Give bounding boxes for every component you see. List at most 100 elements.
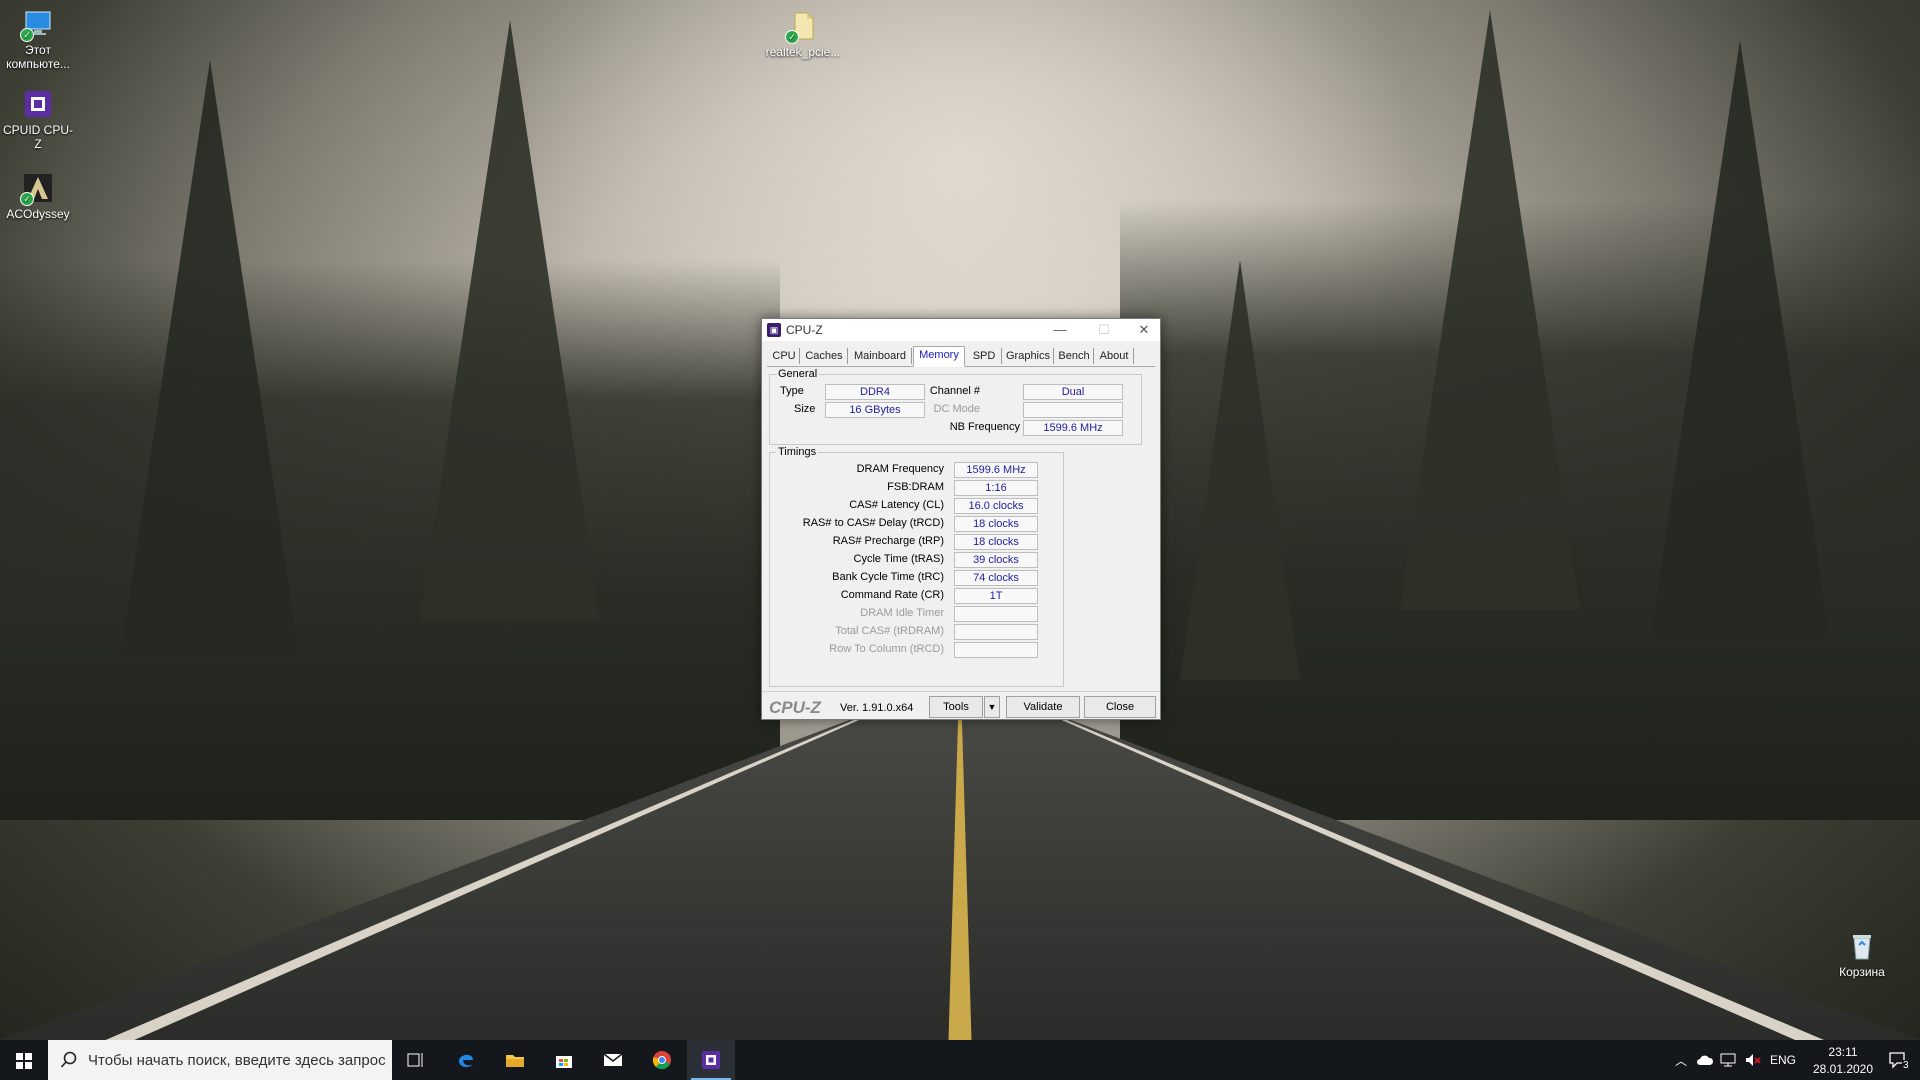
desktop-icon-recycle-bin[interactable]: Корзина: [1822, 930, 1902, 979]
tree: [1400, 10, 1580, 610]
network-icon: [1720, 1053, 1736, 1067]
cpu-z-taskbar-button[interactable]: [687, 1040, 735, 1080]
ac-odyssey-icon: ✓: [20, 172, 54, 206]
search-box[interactable]: Чтобы начать поиск, введите здесь запрос: [48, 1040, 392, 1080]
sync-check-icon: ✓: [20, 28, 34, 42]
close-window-button[interactable]: ✕: [1130, 321, 1158, 339]
sync-check-icon: ✓: [20, 192, 34, 206]
chrome-button[interactable]: [638, 1040, 686, 1080]
desktop-icon-label: компьюте...: [6, 57, 70, 71]
desktop-icon-label: ACOdyssey: [6, 207, 70, 221]
forest-left: [0, 260, 780, 820]
dc-mode-value: [1023, 402, 1123, 418]
desktop-icon-label: realtek_pcie...: [765, 45, 841, 59]
desktop-icon-label: Корзина: [1839, 965, 1885, 979]
store-button[interactable]: [540, 1040, 588, 1080]
volume-muted-icon: [1746, 1054, 1761, 1066]
cpu-z-app-icon: ▣: [767, 323, 781, 337]
window-titlebar[interactable]: ▣ CPU-Z — ☐ ✕: [762, 319, 1160, 341]
taskbar: Чтобы начать поиск, введите здесь запрос…: [0, 1040, 1920, 1080]
tab-bar: CPU Caches Mainboard Memory SPD Graphics…: [767, 346, 1155, 367]
tab-about[interactable]: About: [1095, 348, 1134, 364]
size-value: 16 GBytes: [825, 402, 925, 418]
task-view-button[interactable]: [392, 1040, 440, 1080]
onedrive-tray-button[interactable]: [1694, 1040, 1716, 1080]
general-legend: General: [776, 368, 820, 380]
type-label: Type: [780, 385, 804, 397]
maximize-button[interactable]: ☐: [1090, 321, 1118, 339]
mail-icon: [603, 1053, 623, 1066]
timing-value: 18 clocks: [954, 534, 1038, 550]
desktop-icon-label: Этот: [25, 43, 51, 57]
cpu-z-taskbar-icon: [702, 1051, 720, 1069]
tree: [420, 20, 600, 620]
timing-label: Total CAS# (tRDRAM): [835, 625, 944, 637]
task-view-icon: [407, 1053, 423, 1067]
channel-label: Channel #: [929, 385, 980, 397]
close-button[interactable]: Close: [1084, 696, 1156, 718]
timing-value: 39 clocks: [954, 552, 1038, 568]
desktop-icon-this-pc[interactable]: ✓ Этот компьюте...: [0, 8, 76, 71]
edge-icon: [459, 1054, 473, 1068]
tab-memory[interactable]: Memory: [913, 346, 965, 367]
tab-mainboard[interactable]: Mainboard: [849, 348, 912, 364]
clock-date: 28.01.2020: [1812, 1062, 1874, 1076]
timing-label: RAS# Precharge (tRP): [832, 535, 944, 547]
search-icon: [60, 1051, 77, 1068]
timing-value: 1:16: [954, 480, 1038, 496]
cpu-z-window: ▣ CPU-Z — ☐ ✕ CPU Caches Mainboard Memor…: [761, 318, 1161, 720]
language-label: ENG: [1770, 1053, 1797, 1067]
cloud-icon: [1697, 1055, 1714, 1065]
desktop-icon-cpu-z[interactable]: CPUID CPU-Z: [0, 88, 76, 151]
start-button[interactable]: [0, 1040, 48, 1080]
tab-caches[interactable]: Caches: [801, 348, 848, 364]
timing-label: DRAM Idle Timer: [860, 607, 944, 619]
timings-legend: Timings: [776, 446, 819, 458]
mail-button[interactable]: [589, 1040, 637, 1080]
timing-value: 1599.6 MHz: [954, 462, 1038, 478]
tree: [1650, 40, 1830, 640]
timing-value: [954, 624, 1038, 640]
timing-value: 18 clocks: [954, 516, 1038, 532]
tab-cpu[interactable]: CPU: [769, 348, 800, 364]
timing-value: 16.0 clocks: [954, 498, 1038, 514]
timing-label: Command Rate (CR): [840, 589, 944, 601]
desktop-icon-realtek[interactable]: ✓ realtek_pcie...: [758, 10, 848, 59]
minimize-button[interactable]: —: [1046, 321, 1074, 339]
action-center-button[interactable]: 3: [1880, 1040, 1916, 1080]
tree: [1180, 260, 1300, 680]
desktop-icon-label: CPUID CPU-Z: [2, 123, 73, 151]
timing-value: [954, 642, 1038, 658]
network-tray-button[interactable]: [1718, 1040, 1740, 1080]
sync-check-icon: ✓: [785, 30, 799, 44]
tree: [120, 60, 300, 660]
timing-label: Cycle Time (tRAS): [853, 553, 944, 565]
cpu-z-icon: [22, 88, 54, 120]
cpu-z-brand: CPU-Z: [769, 698, 821, 717]
validate-button[interactable]: Validate: [1006, 696, 1080, 718]
type-value: DDR4: [825, 384, 925, 400]
tab-bench[interactable]: Bench: [1055, 348, 1094, 364]
timing-label: Bank Cycle Time (tRC): [832, 571, 944, 583]
desktop-icon-acodyssey[interactable]: ✓ ACOdyssey: [0, 172, 76, 221]
file-explorer-button[interactable]: [491, 1040, 539, 1080]
clock[interactable]: 23:11 28.01.2020: [1808, 1040, 1878, 1080]
timing-value: [954, 606, 1038, 622]
tools-dropdown-arrow-icon[interactable]: ▼: [984, 696, 1000, 718]
language-indicator[interactable]: ENG: [1768, 1040, 1804, 1080]
dc-mode-label: DC Mode: [933, 403, 980, 415]
tab-graphics[interactable]: Graphics: [1003, 348, 1054, 364]
timing-label: RAS# to CAS# Delay (tRCD): [802, 517, 944, 529]
volume-tray-button[interactable]: [1742, 1040, 1764, 1080]
tray-overflow-button[interactable]: ︿: [1672, 1040, 1690, 1080]
search-placeholder: Чтобы начать поиск, введите здесь запрос: [88, 1052, 386, 1069]
tools-button[interactable]: Tools: [929, 696, 983, 718]
tab-spd[interactable]: SPD: [967, 348, 1002, 364]
channel-value: Dual: [1023, 384, 1123, 400]
file-explorer-icon: [506, 1055, 524, 1067]
version-text: Ver. 1.91.0.x64: [840, 702, 914, 714]
window-title: CPU-Z: [786, 323, 823, 337]
edge-button[interactable]: [442, 1040, 490, 1080]
window-footer: CPU-Z Ver. 1.91.0.x64 Tools ▼ Validate C…: [762, 691, 1160, 720]
timing-label: FSB:DRAM: [887, 481, 944, 493]
